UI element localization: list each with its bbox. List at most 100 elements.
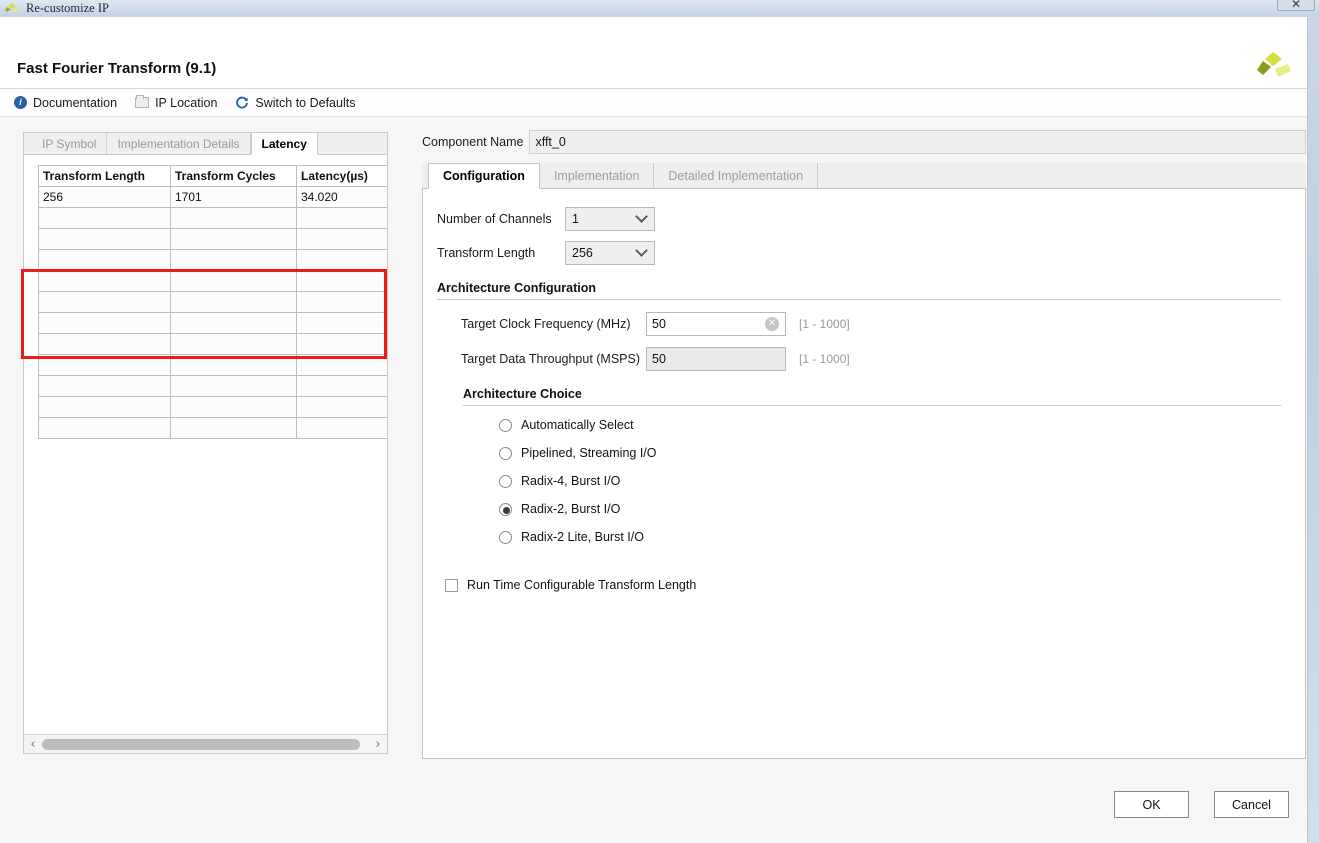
component-name-input[interactable]: xfft_0: [529, 130, 1306, 154]
scroll-left-icon[interactable]: ‹: [26, 738, 40, 751]
col-latency: Latency(µs): [296, 165, 387, 187]
architecture-option-row[interactable]: Radix-2 Lite, Burst I/O: [499, 530, 1305, 544]
tab-latency[interactable]: Latency: [250, 133, 318, 155]
scrollbar-thumb[interactable]: [42, 738, 360, 750]
tab-configuration[interactable]: Configuration: [428, 163, 540, 189]
table-cell: [38, 228, 171, 250]
architecture-option-label: Radix-2 Lite, Burst I/O: [521, 530, 644, 544]
architecture-option-row[interactable]: Automatically Select: [499, 418, 1305, 432]
target-clock-frequency-input[interactable]: 50 ✕: [646, 312, 786, 336]
table-cell: [296, 375, 387, 397]
table-cell: [296, 333, 387, 355]
ip-location-button[interactable]: IP Location: [135, 95, 218, 110]
tab-strip-filler: [818, 163, 1306, 188]
cancel-button[interactable]: Cancel: [1214, 791, 1289, 818]
target-data-throughput-label: Target Data Throughput (MSPS): [461, 352, 641, 366]
table-cell: [38, 417, 171, 439]
number-of-channels-label: Number of Channels: [437, 212, 552, 226]
table-row[interactable]: [38, 291, 387, 313]
table-cell: [38, 207, 171, 229]
table-cell: [296, 396, 387, 418]
table-cell: [170, 333, 297, 355]
table-row[interactable]: [38, 249, 387, 271]
architecture-option-row[interactable]: Pipelined, Streaming I/O: [499, 446, 1305, 460]
architecture-option-row[interactable]: Radix-2, Burst I/O: [499, 502, 1305, 516]
table-cell: [170, 396, 297, 418]
ip-location-label: IP Location: [155, 95, 218, 110]
radio-button[interactable]: [499, 530, 512, 544]
table-cell: [38, 270, 171, 292]
table-cell: [38, 312, 171, 334]
architecture-option-label: Automatically Select: [521, 418, 634, 432]
runtime-configurable-row[interactable]: Run Time Configurable Transform Length: [445, 578, 1305, 592]
table-row[interactable]: [38, 270, 387, 292]
refresh-icon: [235, 96, 249, 110]
clear-icon[interactable]: ✕: [765, 317, 779, 331]
ok-button[interactable]: OK: [1114, 791, 1189, 818]
table-row[interactable]: 256 1701 34.020: [38, 186, 387, 208]
table-cell: [296, 354, 387, 376]
latency-table-body: 256 1701 34.020: [38, 186, 387, 439]
radio-button[interactable]: [499, 474, 512, 488]
runtime-configurable-checkbox[interactable]: [445, 578, 458, 592]
window-titlebar: Re-customize IP ✕: [0, 0, 1319, 17]
scrollbar-track[interactable]: [40, 738, 371, 750]
table-row[interactable]: [38, 228, 387, 250]
configuration-tabs: Configuration Implementation Detailed Im…: [422, 163, 1306, 189]
tab-implementation[interactable]: Implementation: [539, 163, 655, 188]
chevron-down-icon: [635, 244, 648, 257]
table-cell: [296, 270, 387, 292]
radio-button[interactable]: [499, 502, 512, 516]
table-cell: [170, 354, 297, 376]
architecture-choice-group: Automatically Select Pipelined, Streaming…: [437, 418, 1305, 544]
number-of-channels-row: Number of Channels 1: [437, 207, 1305, 231]
table-row[interactable]: [38, 396, 387, 418]
radio-button[interactable]: [499, 418, 512, 432]
documentation-button[interactable]: i Documentation: [14, 96, 117, 110]
table-cell: [170, 375, 297, 397]
component-name-label: Component Name: [422, 135, 524, 149]
table-cell: [296, 228, 387, 250]
tab-implementation-details[interactable]: Implementation Details: [107, 133, 251, 154]
architecture-choice-divider: [463, 405, 1281, 406]
architecture-option-label: Radix-2, Burst I/O: [521, 502, 621, 516]
table-cell: [296, 249, 387, 271]
configuration-panel: Component Name xfft_0 Configuration Impl…: [422, 130, 1306, 759]
col-transform-length: Transform Length: [38, 165, 171, 187]
documentation-label: Documentation: [33, 95, 118, 110]
table-row[interactable]: [38, 333, 387, 355]
folder-icon: [135, 95, 150, 108]
horizontal-scrollbar[interactable]: ‹ ›: [24, 734, 387, 753]
component-name-row: Component Name xfft_0: [422, 130, 1306, 154]
scroll-right-icon[interactable]: ›: [371, 738, 385, 751]
tab-ip-symbol[interactable]: IP Symbol: [32, 133, 108, 154]
table-row[interactable]: [38, 207, 387, 229]
number-of-channels-select[interactable]: 1: [565, 207, 655, 231]
dialog-header: Fast Fourier Transform (9.1): [0, 17, 1307, 89]
tab-detailed-implementation[interactable]: Detailed Implementation: [654, 163, 819, 188]
table-row[interactable]: [38, 354, 387, 376]
table-row[interactable]: [38, 417, 387, 439]
architecture-option-row[interactable]: Radix-4, Burst I/O: [499, 474, 1305, 488]
transform-length-select[interactable]: 256: [565, 241, 655, 265]
table-cell: [170, 291, 297, 313]
table-cell: [38, 354, 171, 376]
table-cell: [296, 417, 387, 439]
latency-table: Transform Length Transform Cycles Latenc…: [38, 165, 387, 439]
table-cell: 256: [38, 186, 171, 208]
table-cell: [38, 396, 171, 418]
dialog-footer: OK Cancel: [0, 781, 1307, 843]
xilinx-logo: [1251, 50, 1293, 86]
architecture-choice-title: Architecture Choice: [463, 387, 582, 401]
table-row[interactable]: [38, 375, 387, 397]
xilinx-app-icon: [4, 2, 20, 16]
target-clock-frequency-hint: [1 - 1000]: [799, 317, 850, 331]
table-row[interactable]: [38, 312, 387, 334]
table-cell: [170, 249, 297, 271]
close-icon[interactable]: ✕: [1277, 0, 1315, 11]
switch-to-defaults-button[interactable]: Switch to Defaults: [235, 96, 355, 110]
page-title: Fast Fourier Transform (9.1): [17, 60, 217, 77]
number-of-channels-value: 1: [572, 212, 579, 226]
radio-button[interactable]: [499, 446, 512, 460]
transform-length-label: Transform Length: [437, 246, 536, 260]
